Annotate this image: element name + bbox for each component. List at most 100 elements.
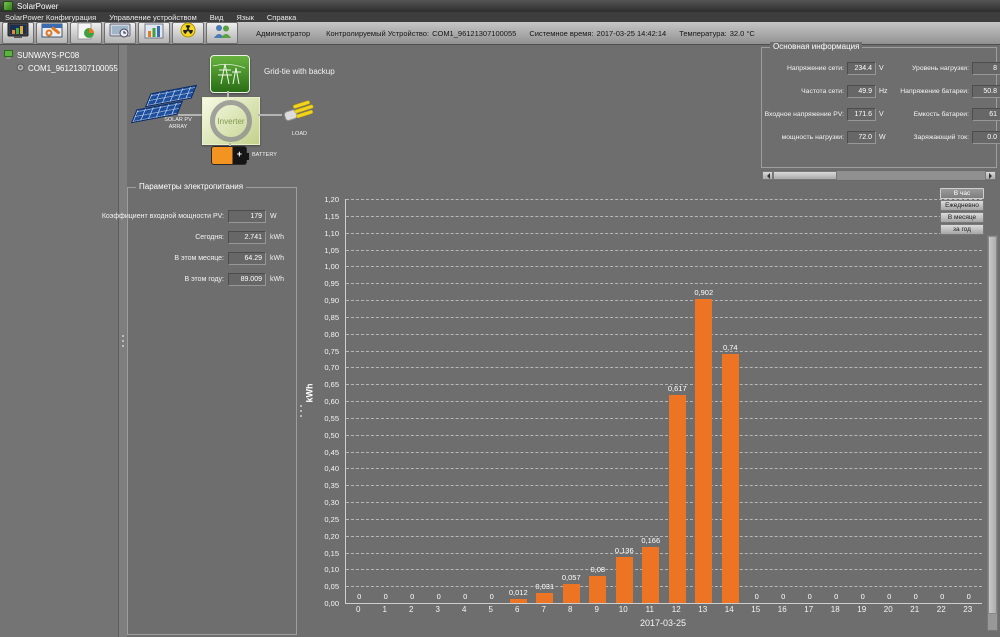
menu-item-1[interactable]: Управление устройством: [109, 13, 197, 22]
device-icon: [16, 63, 25, 74]
status-value: 32.0 °C: [730, 29, 755, 38]
x-tick-label: 14: [716, 605, 743, 614]
chart-period-button-0[interactable]: В час: [940, 188, 984, 199]
scroll-thumb[interactable]: [773, 171, 837, 180]
scroll-track[interactable]: [773, 171, 985, 180]
y-tick-label: 1,05: [324, 246, 339, 255]
y-tick-label: 1,15: [324, 212, 339, 221]
power-field-label: В этом месяце:: [130, 255, 224, 262]
power-field-label: Сегодня:: [130, 234, 224, 241]
x-tick-label: 13: [690, 605, 717, 614]
info-field-value: 234.4: [847, 62, 876, 75]
gridline: [346, 485, 982, 486]
basic-info-fields: Напряжение сети:234.4VУровень нагрузки:8…: [762, 48, 996, 144]
x-axis-date-label: 2017-03-25: [345, 618, 981, 628]
power-params-title: Параметры электропитания: [136, 182, 246, 191]
chart-bar: [642, 547, 659, 603]
x-tick-label: 12: [663, 605, 690, 614]
scroll-left-arrow[interactable]: [762, 171, 773, 180]
screen-settings-button[interactable]: [104, 22, 136, 44]
x-tick-label: 20: [875, 605, 902, 614]
gridline: [346, 519, 982, 520]
y-tick-label: 0,25: [324, 515, 339, 524]
power-field-label: Коэффициент входной мощности PV:: [130, 213, 224, 220]
chart-panel: kWh 0,000,050,100,150,200,250,300,350,40…: [300, 183, 1000, 637]
status-value: 2017-03-25 14:42:14: [597, 29, 667, 38]
bar-value-label: 0,166: [630, 536, 673, 545]
tree-item-label: COM1_96121307100055: [28, 64, 118, 73]
y-tick-label: 0,65: [324, 380, 339, 389]
power-field-value: 179: [228, 210, 266, 223]
grid-utility-icon: [210, 55, 250, 93]
window-title: SolarPower: [17, 2, 58, 11]
report-button[interactable]: [70, 22, 102, 44]
info-field-value: 50.8: [972, 85, 1000, 98]
gridline: [346, 351, 982, 352]
monitoring-icon: [6, 22, 30, 45]
basic-info-panel: Основная информация Напряжение сети:234.…: [761, 47, 997, 168]
power-field-unit: kWh: [270, 255, 292, 262]
x-tick-label: 10: [610, 605, 637, 614]
gridline: [346, 216, 982, 217]
status-label: Администратор: [256, 29, 310, 38]
alarm-icon: [176, 22, 200, 45]
info-field-label: Частота сети:: [762, 88, 844, 95]
y-tick-label: 0,90: [324, 296, 339, 305]
y-axis-labels: 0,000,050,100,150,200,250,300,350,400,45…: [300, 199, 341, 603]
tree-item-computer[interactable]: SUNWAYS-PC08: [0, 49, 118, 62]
power-field-value: 89.009: [228, 273, 266, 286]
chart-plot: 0000000,0120,0310,0570,080,1360,1660,617…: [345, 199, 982, 604]
menu-item-3[interactable]: Язык: [236, 13, 254, 22]
alarm-button[interactable]: [172, 22, 204, 44]
chart-period-button-3[interactable]: за год: [940, 224, 984, 235]
scroll-thumb[interactable]: [988, 236, 997, 614]
status-label: Температура:: [679, 29, 727, 38]
info-field-label: Входное напряжение PV:: [762, 111, 844, 118]
report-icon: [74, 22, 98, 45]
y-tick-label: 0,75: [324, 347, 339, 356]
menu-item-2[interactable]: Вид: [210, 13, 224, 22]
y-tick-label: 0,50: [324, 431, 339, 440]
power-field-unit: kWh: [270, 234, 292, 241]
device-config-icon: [40, 22, 64, 45]
x-tick-label: 9: [584, 605, 611, 614]
x-tick-label: 19: [849, 605, 876, 614]
statistics-button[interactable]: [138, 22, 170, 44]
tree-item-device[interactable]: COM1_96121307100055: [0, 62, 118, 75]
info-horizontal-scrollbar[interactable]: [761, 170, 997, 181]
y-tick-label: 0,80: [324, 330, 339, 339]
battery-plus-sign: +: [237, 149, 242, 159]
bar-value-label: 0,902: [683, 288, 726, 297]
power-field-label: В этом году:: [130, 276, 224, 283]
scroll-right-arrow[interactable]: [985, 171, 996, 180]
x-tick-label: 1: [372, 605, 399, 614]
x-tick-label: 0: [345, 605, 372, 614]
power-field-unit: kWh: [270, 276, 292, 283]
device-config-button[interactable]: [36, 22, 68, 44]
chart-period-button-1[interactable]: Ежедневно: [940, 200, 984, 211]
chart-bar: [536, 593, 553, 603]
status-value: COM1_96121307100055: [432, 29, 516, 38]
x-tick-label: 6: [504, 605, 531, 614]
menu-item-4[interactable]: Справка: [267, 13, 296, 22]
y-tick-label: 0,30: [324, 498, 339, 507]
chart-vertical-scrollbar[interactable]: [987, 235, 998, 631]
monitoring-button[interactable]: [2, 22, 34, 44]
chart-bar: [669, 395, 686, 603]
info-field-label: Емкость батареи:: [892, 111, 969, 118]
users-button[interactable]: [206, 22, 238, 44]
menu-item-0[interactable]: SolarPower Конфигурация: [5, 13, 96, 22]
bar-value-label: 0,057: [550, 573, 593, 582]
gridline: [346, 452, 982, 453]
info-field-value: 8: [972, 62, 1000, 75]
wire-inverter-load: [258, 114, 282, 116]
gridline: [346, 418, 982, 419]
status-label: Системное время:: [529, 29, 593, 38]
y-tick-label: 0,60: [324, 397, 339, 406]
info-field-value: 0.0: [972, 131, 1000, 144]
gridline: [346, 553, 982, 554]
chart-period-button-2[interactable]: В месяце: [940, 212, 984, 223]
y-tick-label: 0,70: [324, 363, 339, 372]
y-tick-label: 0,35: [324, 481, 339, 490]
gridline: [346, 367, 982, 368]
